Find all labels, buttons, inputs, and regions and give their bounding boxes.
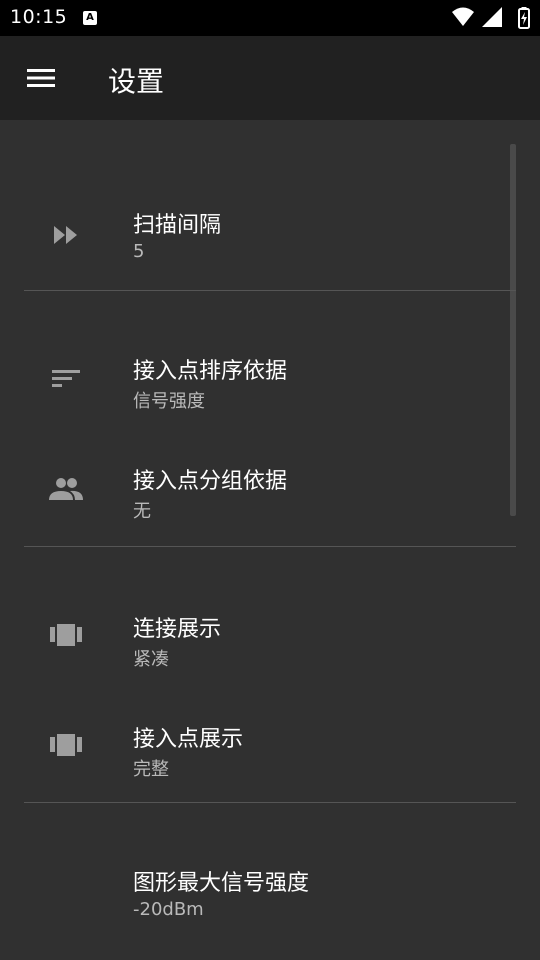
- setting-summary: 信号强度: [133, 391, 205, 412]
- status-bar: 10:15 A: [0, 0, 540, 36]
- setting-summary: 完整: [133, 759, 169, 780]
- people-icon: [44, 468, 88, 512]
- setting-title: 连接展示: [133, 617, 222, 642]
- setting-scan-interval[interactable]: 扫描间隔 5: [0, 180, 540, 290]
- status-time: 10:15: [10, 6, 68, 28]
- setting-graph-max-signal[interactable]: 图形最大信号强度 -20dBm: [0, 838, 540, 948]
- setting-summary: 紧凑: [133, 649, 169, 670]
- setting-title: 接入点分组依据: [133, 469, 288, 494]
- setting-access-point-view[interactable]: 接入点展示 完整: [0, 692, 540, 802]
- fast-forward-icon: [44, 213, 88, 257]
- setting-sort-by[interactable]: 接入点排序依据 信号强度: [0, 326, 540, 436]
- setting-summary: 无: [133, 501, 151, 522]
- settings-list[interactable]: 扫描间隔 5 接入点排序依据 信号强度 接入点分组依据 无 连接展示 紧凑 接入…: [0, 120, 540, 960]
- setting-title: 接入点排序依据: [133, 359, 288, 384]
- setting-title: 接入点展示: [133, 727, 244, 752]
- signal-icon: [482, 7, 502, 27]
- page-title: 设置: [108, 65, 165, 98]
- notification-a-icon: A: [83, 11, 97, 25]
- setting-summary: 5: [133, 241, 145, 262]
- app-bar: 设置: [0, 36, 540, 120]
- divider: [24, 802, 516, 803]
- setting-title: 扫描间隔: [133, 213, 222, 238]
- setting-summary: -20dBm: [133, 899, 204, 920]
- setting-title: 图形最大信号强度: [133, 871, 310, 896]
- view-carousel-icon: [44, 614, 88, 658]
- wifi-icon: [452, 7, 474, 26]
- battery-icon: [518, 7, 530, 29]
- sort-icon: [44, 358, 88, 402]
- divider: [24, 546, 516, 547]
- menu-icon: [27, 69, 55, 87]
- setting-connection-view[interactable]: 连接展示 紧凑: [0, 582, 540, 692]
- divider: [24, 290, 516, 291]
- view-carousel-icon: [44, 724, 88, 768]
- menu-button[interactable]: [14, 56, 70, 100]
- notification-a-letter: A: [86, 12, 94, 23]
- setting-group-by[interactable]: 接入点分组依据 无: [0, 436, 540, 546]
